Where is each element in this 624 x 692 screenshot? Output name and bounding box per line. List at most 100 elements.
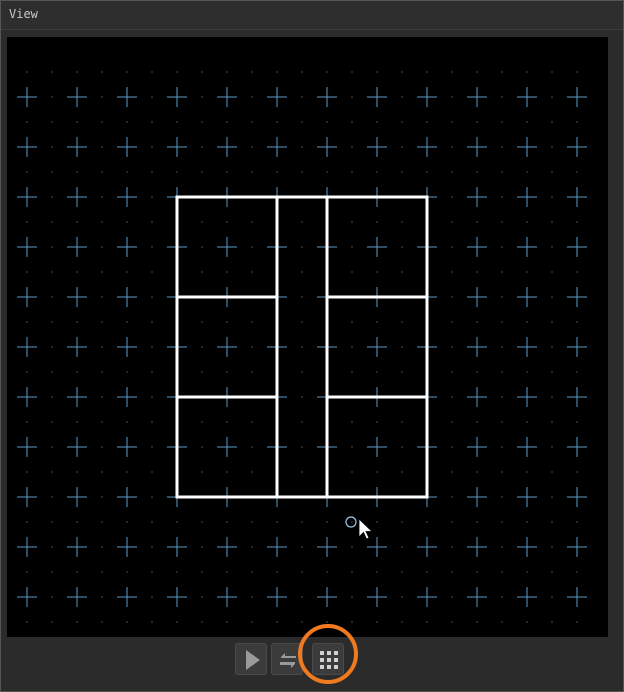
play-icon (246, 650, 260, 670)
grid-dot (151, 196, 153, 198)
grid-dot (251, 146, 253, 148)
grid-dot (526, 171, 528, 173)
grid-dot (501, 196, 503, 198)
grid-dot (76, 521, 78, 523)
grid-dot (201, 421, 203, 423)
grid-dot (526, 471, 528, 473)
grid-dot (401, 171, 403, 173)
grid-dot (401, 146, 403, 148)
grid-dot (476, 271, 478, 273)
grid-dot (176, 521, 178, 523)
grid-toggle-button[interactable] (312, 643, 344, 675)
grid-dot (51, 546, 53, 548)
grid-cross (317, 87, 337, 107)
grid-layer (17, 71, 587, 623)
grid-cross (267, 87, 287, 107)
swap-button[interactable] (271, 643, 303, 675)
grid-dot (201, 96, 203, 98)
view-window: View (0, 0, 624, 692)
grid-dot (126, 371, 128, 373)
grid-dot (251, 346, 253, 348)
grid-dot (376, 171, 378, 173)
grid-dot (401, 521, 403, 523)
grid-dot (526, 121, 528, 123)
grid-cross (167, 537, 187, 557)
grid-dot (301, 221, 303, 223)
grid-cross (317, 137, 337, 157)
grid-cross (367, 437, 387, 457)
grid-dot (576, 321, 578, 323)
grid-dot (51, 596, 53, 598)
view-canvas[interactable] (7, 37, 608, 637)
grid-dot (201, 71, 203, 73)
grid-dot (551, 96, 553, 98)
grid-dot (26, 171, 28, 173)
grid-dot (451, 146, 453, 148)
grid-dot (426, 171, 428, 173)
grid-cross (17, 237, 37, 257)
grid-dot (176, 571, 178, 573)
grid-dot (326, 571, 328, 573)
grid-dot (226, 371, 228, 373)
grid-dot (226, 271, 228, 273)
grid-dot (51, 421, 53, 423)
grid-dot (276, 571, 278, 573)
grid-dot (501, 146, 503, 148)
grid-dot (501, 71, 503, 73)
grid-dot (101, 421, 103, 423)
snap-cursor (345, 516, 373, 540)
grid-dot (301, 271, 303, 273)
grid-dot (276, 621, 278, 623)
grid-dot (576, 621, 578, 623)
grid-cross (267, 537, 287, 557)
grid-dot (51, 71, 53, 73)
grid-dot (451, 346, 453, 348)
grid-cross (517, 337, 537, 357)
grid-dot (26, 421, 28, 423)
grid-cross (367, 337, 387, 357)
grid-dot (51, 321, 53, 323)
grid-dot (451, 421, 453, 423)
grid-dot (551, 546, 553, 548)
grid-dot (101, 246, 103, 248)
grid-cross (117, 87, 137, 107)
grid-dot (576, 71, 578, 73)
grid-dot (501, 371, 503, 373)
grid-dot (476, 321, 478, 323)
grid-cross (567, 187, 587, 207)
grid-dot (501, 171, 503, 173)
grid-dot (101, 521, 103, 523)
grid-dot (451, 221, 453, 223)
grid-dot (376, 271, 378, 273)
grid-dot (26, 271, 28, 273)
grid-dot (351, 571, 353, 573)
grid-cross (67, 487, 87, 507)
grid-dot (76, 271, 78, 273)
play-button[interactable] (235, 643, 267, 675)
grid-dot (176, 71, 178, 73)
grid-dot (51, 196, 53, 198)
grid-dot (276, 121, 278, 123)
grid-cross (17, 337, 37, 357)
grid-dot (551, 146, 553, 148)
grid-dot (301, 346, 303, 348)
grid-dot (351, 371, 353, 373)
grid-dot (501, 471, 503, 473)
grid-dot (326, 71, 328, 73)
grid-dot (551, 496, 553, 498)
grid-dot (401, 546, 403, 548)
grid-dot (551, 521, 553, 523)
grid-dot (151, 571, 153, 573)
canvas-svg[interactable] (7, 37, 608, 637)
grid-cross (117, 287, 137, 307)
grid-dot (251, 446, 253, 448)
grid-dot (101, 396, 103, 398)
grid-dot (201, 546, 203, 548)
grid-dot (426, 621, 428, 623)
grid-dot (151, 546, 153, 548)
grid-dot (151, 421, 153, 423)
grid-dot (251, 321, 253, 323)
grid-cross (67, 237, 87, 257)
grid-cross (317, 537, 337, 557)
grid-dot (76, 371, 78, 373)
